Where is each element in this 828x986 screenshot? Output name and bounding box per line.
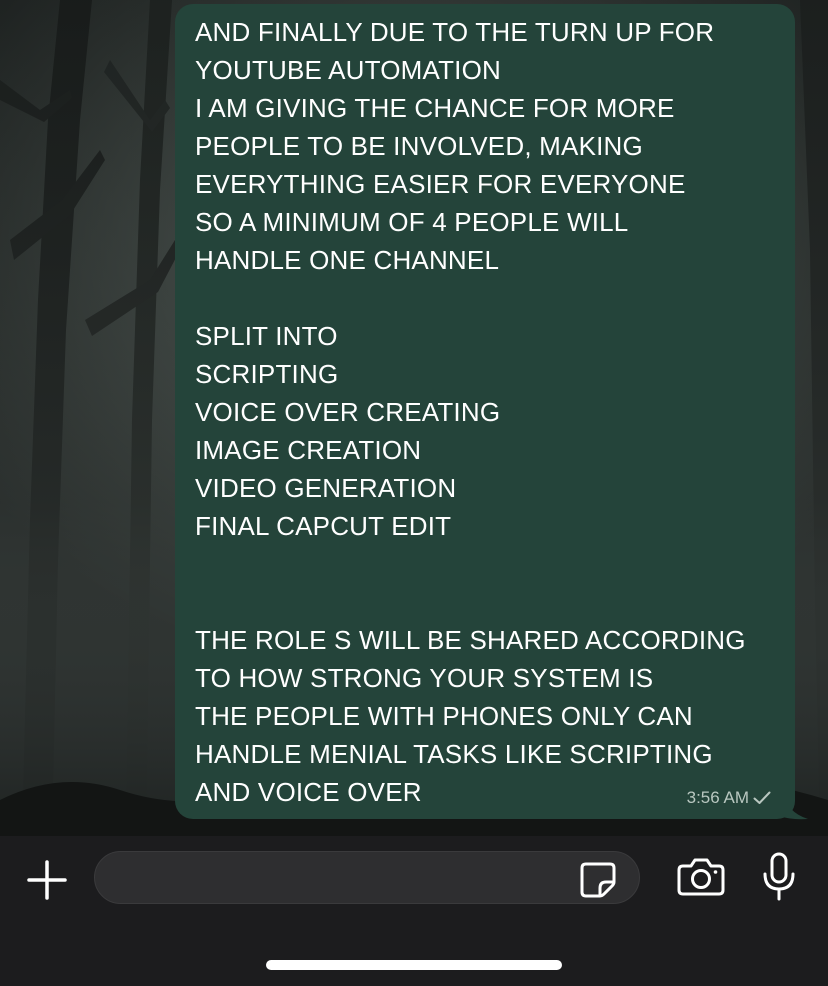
outgoing-message-bubble[interactable]: AND FINALLY DUE TO THE TURN UP FOR YOUTU…	[175, 4, 795, 819]
message-line: THE ROLE S WILL BE SHARED ACCORDING	[195, 625, 746, 655]
message-line: EVERYTHING EASIER FOR EVERYONE	[195, 169, 686, 199]
message-line: HANDLE MENIAL TASKS LIKE SCRIPTING	[195, 739, 713, 769]
camera-icon[interactable]	[677, 856, 725, 898]
sticker-icon[interactable]	[578, 860, 618, 900]
message-line: IMAGE CREATION	[195, 435, 422, 465]
message-line: SPLIT INTO	[195, 321, 338, 351]
bubble-tail	[780, 792, 808, 820]
message-line: HANDLE ONE CHANNEL	[195, 245, 500, 275]
message-meta: 3:56 AM	[687, 788, 771, 808]
message-line: SO A MINIMUM OF 4 PEOPLE WILL	[195, 207, 629, 237]
message-line: TO HOW STRONG YOUR SYSTEM IS	[195, 663, 654, 693]
message-input[interactable]	[94, 851, 640, 904]
message-line: AND VOICE OVER	[195, 777, 422, 807]
message-line: VIDEO GENERATION	[195, 473, 457, 503]
plus-icon[interactable]	[25, 858, 69, 902]
home-indicator[interactable]	[266, 960, 562, 970]
message-line: I AM GIVING THE CHANCE FOR MORE	[195, 93, 675, 123]
message-line: PEOPLE TO BE INVOLVED, MAKING	[195, 131, 643, 161]
message-line: THE PEOPLE WITH PHONES ONLY CAN	[195, 701, 693, 731]
message-line: AND FINALLY DUE TO THE TURN UP FOR	[195, 17, 715, 47]
microphone-icon[interactable]	[762, 852, 796, 902]
single-check-icon	[753, 791, 771, 804]
message-time: 3:56 AM	[686, 788, 749, 807]
message-line: FINAL CAPCUT EDIT	[195, 511, 452, 541]
message-line: YOUTUBE AUTOMATION	[195, 55, 502, 85]
message-line: VOICE OVER CREATING	[195, 397, 501, 427]
message-line: SCRIPTING	[195, 359, 339, 389]
